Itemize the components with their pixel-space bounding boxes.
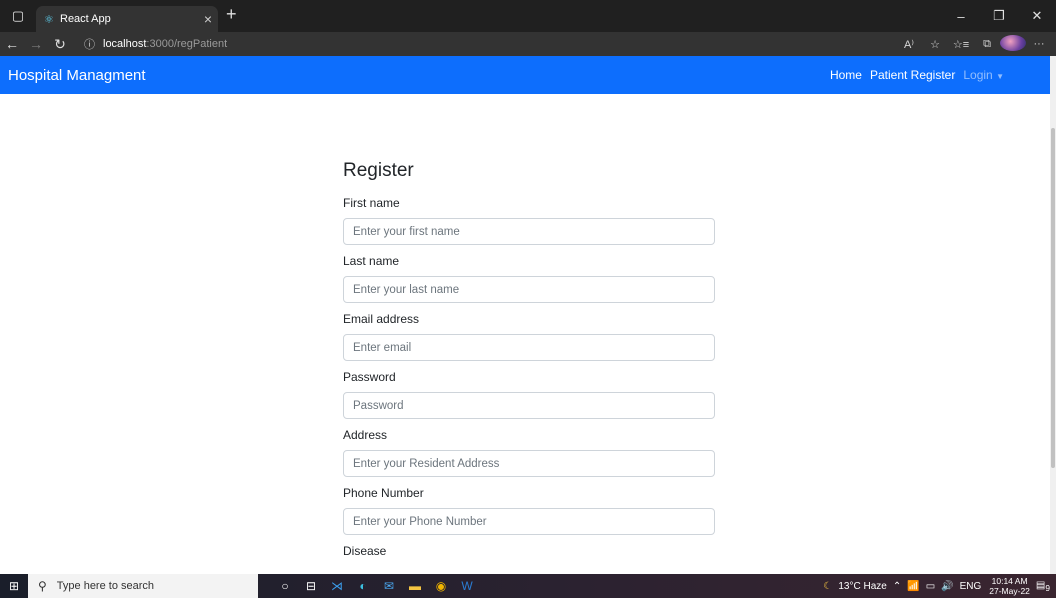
first-name-group: First name bbox=[343, 196, 715, 245]
search-placeholder: Type here to search bbox=[56, 580, 155, 592]
nav-links: Home Patient Register Login ▼ bbox=[822, 56, 1004, 94]
app-navbar: Hospital Managment Home Patient Register… bbox=[0, 56, 1050, 94]
page-scrollbar[interactable] bbox=[1050, 56, 1056, 574]
network-icon[interactable]: 📶 bbox=[907, 581, 919, 592]
browser-actions: A⁾ ☆ ☆≡ ⧉ ··· bbox=[896, 32, 1052, 56]
taskbar: ⊞ ⚲ Type here to search ○ ⊟ ⋊ ◐ ✉ ▬ ◉ W … bbox=[0, 574, 1056, 598]
url-path: :3000/regPatient bbox=[146, 38, 228, 50]
address-input[interactable] bbox=[343, 450, 715, 477]
first-name-label: First name bbox=[343, 196, 400, 210]
windows-start-icon[interactable]: ⊞ bbox=[0, 579, 28, 593]
volume-icon[interactable]: 🔊 bbox=[941, 581, 953, 592]
last-name-label: Last name bbox=[343, 254, 400, 268]
clock-date: 27-May-22 bbox=[989, 586, 1030, 596]
disease-label: Disease bbox=[343, 544, 387, 558]
system-tray: ☾ 13°C Haze ⌃ 📶 ▭ 🔊 ENG 10:14 AM 27-May-… bbox=[817, 574, 1050, 598]
restore-icon[interactable]: ❐ bbox=[980, 0, 1018, 32]
more-icon[interactable]: ··· bbox=[1026, 38, 1052, 50]
phone-group: Phone Number bbox=[343, 486, 715, 535]
refresh-icon[interactable]: ↻ bbox=[48, 36, 72, 53]
window-controls: – ❐ ✕ bbox=[942, 0, 1056, 32]
cortana-icon[interactable]: ○ bbox=[272, 579, 298, 593]
profile-avatar[interactable] bbox=[1000, 34, 1026, 54]
last-name-group: Last name bbox=[343, 254, 715, 303]
chrome-icon[interactable]: ◉ bbox=[428, 579, 454, 593]
language-indicator[interactable]: ENG bbox=[960, 581, 982, 592]
close-tab-icon[interactable]: × bbox=[204, 11, 212, 27]
password-input[interactable] bbox=[343, 392, 715, 419]
minimize-icon[interactable]: – bbox=[942, 0, 980, 32]
register-form: Register First name Last name Email addr… bbox=[343, 160, 715, 567]
word-icon[interactable]: W bbox=[454, 579, 480, 593]
show-hidden-icons[interactable]: ⌃ bbox=[893, 581, 901, 592]
battery-icon[interactable]: ▭ bbox=[926, 581, 935, 592]
notification-icon[interactable]: ▤9 bbox=[1036, 580, 1050, 593]
new-tab-icon[interactable]: + bbox=[226, 4, 237, 25]
taskbar-search[interactable]: ⚲ Type here to search bbox=[28, 574, 258, 598]
address-label: Address bbox=[343, 428, 388, 442]
collections-icon[interactable]: ⧉ bbox=[974, 38, 1000, 51]
favorite-icon[interactable]: ☆ bbox=[922, 38, 948, 51]
search-icon: ⚲ bbox=[38, 579, 47, 593]
mail-icon[interactable]: ✉ bbox=[376, 579, 402, 593]
email-label: Email address bbox=[343, 312, 420, 326]
read-aloud-icon[interactable]: A⁾ bbox=[896, 38, 922, 51]
file-explorer-icon[interactable]: ▬ bbox=[402, 579, 428, 593]
nav-patient-register-link[interactable]: Patient Register bbox=[870, 68, 955, 82]
tab-title: React App bbox=[60, 13, 111, 25]
phone-input[interactable] bbox=[343, 508, 715, 535]
url-host: localhost bbox=[103, 38, 147, 50]
last-name-input[interactable] bbox=[343, 276, 715, 303]
password-group: Password bbox=[343, 370, 715, 419]
email-input[interactable] bbox=[343, 334, 715, 361]
back-icon[interactable]: ← bbox=[0, 36, 24, 52]
notification-count: 9 bbox=[1045, 582, 1050, 593]
brand-logo[interactable]: Hospital Managment bbox=[8, 67, 146, 84]
browser-tab-strip: ▢ ⚛ React App × + – ❐ ✕ bbox=[0, 0, 1056, 32]
favorites-list-icon[interactable]: ☆≡ bbox=[948, 38, 974, 51]
forward-icon[interactable]: → bbox=[24, 36, 48, 52]
address-group: Address bbox=[343, 428, 715, 477]
taskbar-apps: ○ ⊟ ⋊ ◐ ✉ ▬ ◉ W bbox=[272, 579, 480, 593]
first-name-input[interactable] bbox=[343, 218, 715, 245]
password-label: Password bbox=[343, 370, 396, 384]
react-icon: ⚛ bbox=[44, 13, 54, 26]
nav-login-dropdown[interactable]: Login ▼ bbox=[963, 68, 1004, 82]
vscode-icon[interactable]: ⋊ bbox=[324, 579, 350, 593]
weather-text[interactable]: 13°C Haze bbox=[838, 581, 886, 592]
address-bar[interactable]: ⓘ localhost:3000/regPatient bbox=[84, 36, 227, 52]
edge-icon[interactable]: ◐ bbox=[350, 579, 376, 593]
clock-time: 10:14 AM bbox=[991, 576, 1028, 586]
login-label: Login bbox=[963, 68, 993, 82]
form-title: Register bbox=[343, 160, 414, 181]
nav-home-link[interactable]: Home bbox=[830, 68, 862, 82]
email-group: Email address bbox=[343, 312, 715, 361]
scrollbar-thumb[interactable] bbox=[1051, 128, 1055, 468]
site-info-icon[interactable]: ⓘ bbox=[84, 36, 95, 52]
weather-icon[interactable]: ☾ bbox=[823, 581, 832, 592]
caret-down-icon: ▼ bbox=[996, 72, 1004, 81]
browser-tab[interactable]: ⚛ React App × bbox=[36, 6, 218, 32]
phone-label: Phone Number bbox=[343, 486, 424, 500]
task-view-icon[interactable]: ⊟ bbox=[298, 579, 324, 593]
taskbar-clock[interactable]: 10:14 AM 27-May-22 bbox=[989, 576, 1030, 596]
disease-group: Disease bbox=[343, 544, 715, 558]
browser-toolbar: ← → ↻ ⓘ localhost:3000/regPatient A⁾ ☆ ☆… bbox=[0, 32, 1056, 56]
tab-actions-icon[interactable]: ▢ bbox=[0, 0, 36, 32]
close-window-icon[interactable]: ✕ bbox=[1018, 0, 1056, 32]
